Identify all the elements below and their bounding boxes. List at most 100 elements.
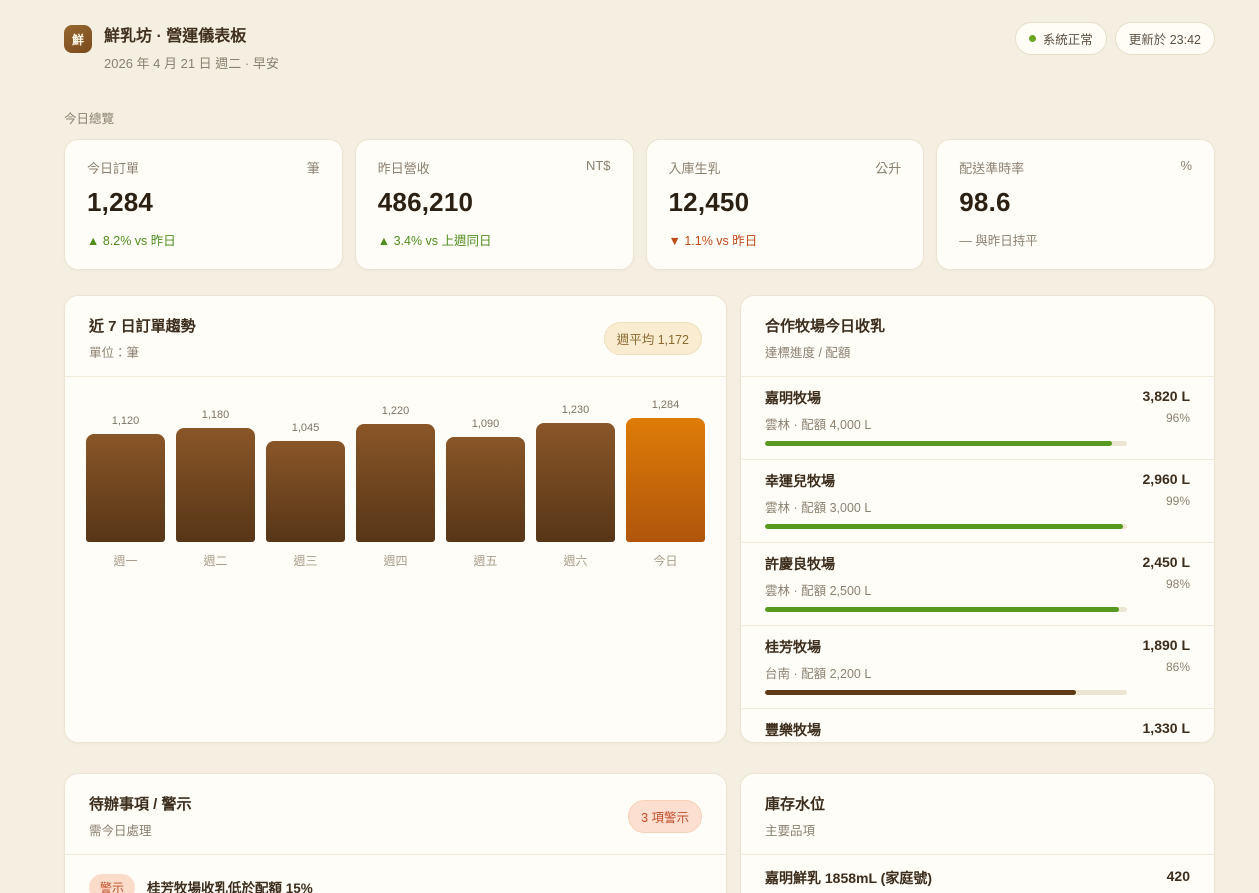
kpi-grid: 今日訂單 筆 1,284 ▲ 8.2% vs 昨日 昨日營收 NT$ 486,2… (64, 139, 1215, 270)
farm-amount: 2,960 L (1143, 471, 1190, 487)
bar (86, 434, 165, 542)
main-row: 近 7 日訂單趨勢 單位：筆 週平均 1,172 1,120 週一 1,180 … (64, 295, 1215, 743)
bar-value-label: 1,220 (382, 405, 410, 417)
orders-bar-chart: 1,120 週一 1,180 週二 1,045 週三 (65, 377, 726, 569)
bar-column: 1,120 週一 (86, 415, 165, 569)
inventory-row: 嘉明鮮乳 1858mL (家庭號) 可供 5.8 日 420 件 (741, 855, 1214, 893)
kpi-unit: 筆 (307, 158, 320, 177)
alerts-list: 警示 桂芳牧場收乳低於配額 15% 建議聯繫場長確認乳牛狀況 (65, 855, 726, 893)
bar-column-today: 1,284 今日 (626, 399, 705, 569)
kpi-value: 486,210 (378, 187, 611, 218)
kpi-unit: NT$ (586, 158, 611, 177)
farm-amount: 1,890 L (1143, 637, 1190, 653)
kpi-label: 昨日營收 (378, 158, 430, 177)
farm-progress-fill (765, 607, 1119, 612)
bar-day-label: 週二 (203, 552, 227, 569)
bar-column: 1,180 週二 (176, 409, 255, 569)
inventory-item-name: 嘉明鮮乳 1858mL (家庭號) (765, 868, 1151, 888)
farm-progress-fill (765, 690, 1076, 695)
alerts-card: 待辦事項 / 警示 需今日處理 3 項警示 警示 桂芳牧場收乳低於配額 15% … (64, 773, 727, 893)
bar-day-label: 週三 (293, 552, 317, 569)
farm-row: 桂芳牧場 台南 · 配額 2,200 L 1,890 L 86% (741, 626, 1214, 709)
farms-list: 嘉明牧場 雲林 · 配額 4,000 L 3,820 L 96% 幸運兒牧場 雲… (741, 377, 1214, 743)
inventory-title: 庫存水位 (765, 793, 825, 814)
bar (356, 424, 435, 542)
bar-value-label: 1,045 (292, 422, 320, 434)
alert-title: 桂芳牧場收乳低於配額 15% (147, 873, 313, 893)
inventory-subtitle: 主要品項 (765, 820, 825, 839)
bar-day-label: 週六 (563, 552, 587, 569)
alerts-header-text: 待辦事項 / 警示 需今日處理 (89, 793, 192, 839)
status-dot-icon (1029, 35, 1036, 42)
alerts-subtitle: 需今日處理 (89, 820, 192, 839)
system-status-label: 系統正常 (1043, 29, 1093, 48)
bar-value-label: 1,284 (652, 399, 680, 411)
farm-progress-track (765, 524, 1127, 529)
bar-day-label: 今日 (653, 552, 677, 569)
bar-day-label: 週一 (113, 552, 137, 569)
farm-progress-track (765, 607, 1127, 612)
alert-text: 桂芳牧場收乳低於配額 15% 建議聯繫場長確認乳牛狀況 (147, 873, 313, 893)
updated-time-label: 更新於 23:42 (1129, 29, 1201, 48)
kpi-value: 1,284 (87, 187, 320, 218)
bar-today (626, 418, 705, 542)
page-subtitle-date: 2026 年 4 月 21 日 週二 · 早安 (104, 53, 279, 72)
farm-percent: 96% (1143, 411, 1190, 425)
kpi-delta: ▲ 8.2% vs 昨日 (87, 230, 320, 249)
weekly-average-badge: 週平均 1,172 (604, 322, 702, 355)
farms-card: 合作牧場今日收乳 達標進度 / 配額 嘉明牧場 雲林 · 配額 4,000 L … (740, 295, 1215, 743)
page-title: 鮮乳坊 · 營運儀表板 (104, 22, 279, 46)
farm-progress-fill (765, 441, 1112, 446)
farm-amount: 1,330 L (1143, 720, 1190, 736)
farms-title: 合作牧場今日收乳 (765, 315, 885, 336)
bar-column: 1,045 週三 (266, 422, 345, 569)
farm-percent: 86% (1143, 660, 1190, 674)
bar-column: 1,090 週五 (446, 418, 525, 569)
kpi-delta: — 與昨日持平 (959, 230, 1192, 249)
bar (446, 437, 525, 542)
kpi-delta: ▼ 1.1% vs 昨日 (669, 230, 902, 249)
updated-time-badge: 更新於 23:42 (1115, 22, 1215, 55)
farm-progress-fill (765, 524, 1123, 529)
bar-day-label: 週四 (383, 552, 407, 569)
bar-column: 1,220 週四 (356, 405, 435, 569)
alert-tag-badge: 警示 (89, 874, 135, 893)
brand-text: 鮮乳坊 · 營運儀表板 2026 年 4 月 21 日 週二 · 早安 (104, 22, 279, 72)
dashboard-page: 鮮 鮮乳坊 · 營運儀表板 2026 年 4 月 21 日 週二 · 早安 系統… (0, 0, 1259, 893)
farms-header-text: 合作牧場今日收乳 達標進度 / 配額 (765, 315, 885, 361)
farm-percent: 99% (1143, 494, 1190, 508)
bar-day-label: 週五 (473, 552, 497, 569)
orders-trend-card: 近 7 日訂單趨勢 單位：筆 週平均 1,172 1,120 週一 1,180 … (64, 295, 727, 743)
kpi-label: 今日訂單 (87, 158, 139, 177)
kpi-label: 配送準時率 (959, 158, 1024, 177)
farm-row: 嘉明牧場 雲林 · 配額 4,000 L 3,820 L 96% (741, 377, 1214, 460)
header: 鮮 鮮乳坊 · 營運儀表板 2026 年 4 月 21 日 週二 · 早安 系統… (64, 22, 1215, 72)
farm-name: 許慶良牧場 (765, 554, 1127, 574)
bar-column: 1,230 週六 (536, 404, 615, 569)
bar (176, 428, 255, 542)
kpi-card-raw-milk: 入庫生乳 公升 12,450 ▼ 1.1% vs 昨日 (646, 139, 925, 270)
brand: 鮮 鮮乳坊 · 營運儀表板 2026 年 4 月 21 日 週二 · 早安 (64, 22, 279, 72)
kpi-delta: ▲ 3.4% vs 上週同日 (378, 230, 611, 249)
alerts-title: 待辦事項 / 警示 (89, 793, 192, 814)
bar-value-label: 1,120 (112, 415, 140, 427)
inventory-card: 庫存水位 主要品項 嘉明鮮乳 1858mL (家庭號) 可供 5.8 日 420… (740, 773, 1215, 893)
farm-name: 桂芳牧場 (765, 637, 1127, 657)
inventory-list: 嘉明鮮乳 1858mL (家庭號) 可供 5.8 日 420 件 (741, 855, 1214, 893)
kpi-unit: 公升 (875, 158, 901, 177)
farm-amount: 3,820 L (1143, 388, 1190, 404)
bar-value-label: 1,230 (562, 404, 590, 416)
orders-trend-title: 近 7 日訂單趨勢 (89, 315, 196, 336)
header-badges: 系統正常 更新於 23:42 (1015, 22, 1215, 55)
farm-row: 幸運兒牧場 雲林 · 配額 3,000 L 2,960 L 99% (741, 460, 1214, 543)
system-status-badge: 系統正常 (1015, 22, 1107, 55)
farm-amount: 2,450 L (1143, 554, 1190, 570)
farm-progress-track (765, 690, 1127, 695)
farms-subtitle: 達標進度 / 配額 (765, 342, 885, 361)
bar (266, 441, 345, 542)
farm-percent: 98% (1143, 577, 1190, 591)
farm-meta: 雲林 · 配額 4,000 L (765, 414, 1127, 433)
bottom-row: 待辦事項 / 警示 需今日處理 3 項警示 警示 桂芳牧場收乳低於配額 15% … (64, 773, 1215, 893)
inventory-header-text: 庫存水位 主要品項 (765, 793, 825, 839)
brand-logo-icon: 鮮 (64, 25, 92, 53)
